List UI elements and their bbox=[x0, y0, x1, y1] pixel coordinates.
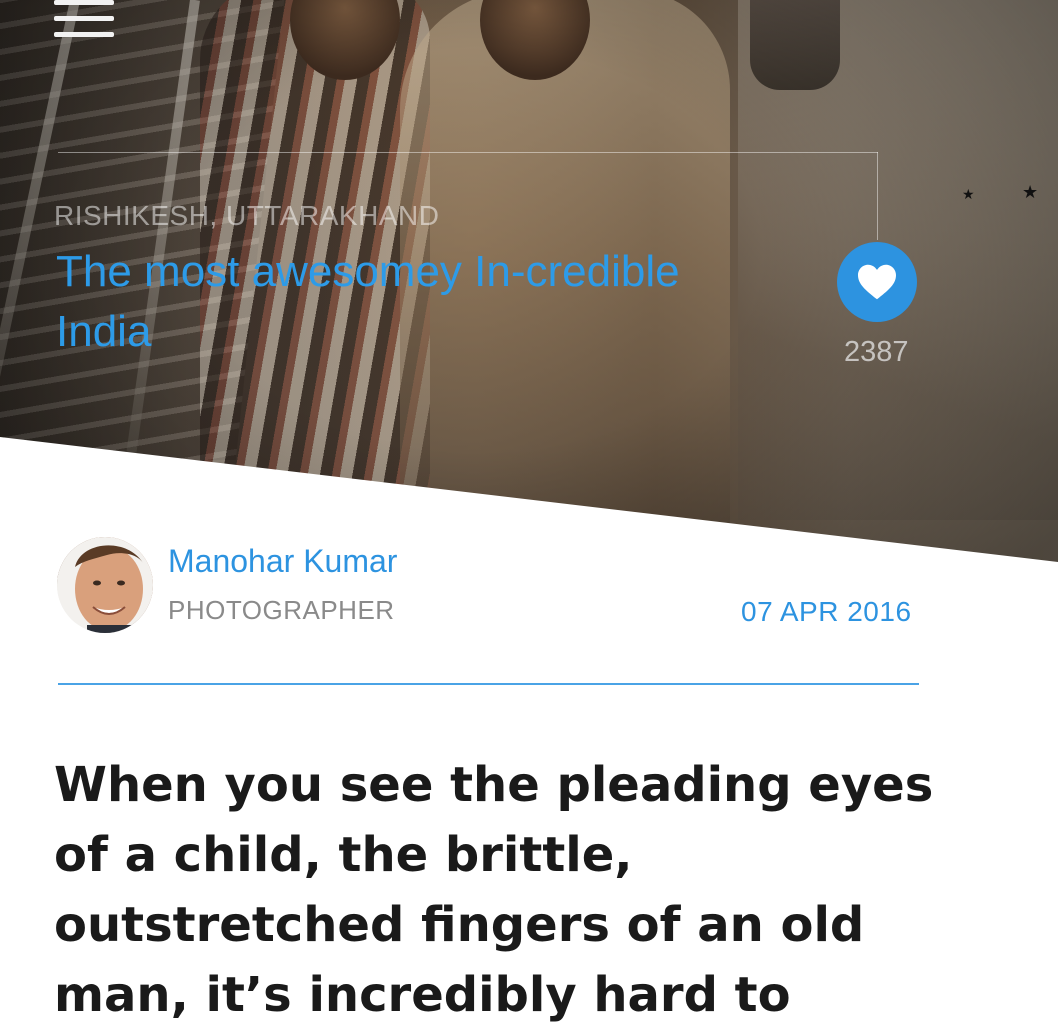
star-icon: ★ bbox=[962, 186, 975, 202]
location-label: RISHIKESH, UTTARAKHAND bbox=[54, 200, 440, 231]
frame-line bbox=[877, 152, 878, 240]
post-date: 07 APR 2016 bbox=[741, 596, 912, 627]
heart-icon bbox=[858, 264, 896, 300]
divider bbox=[58, 683, 919, 685]
avatar[interactable] bbox=[57, 537, 153, 633]
like-button[interactable] bbox=[837, 242, 917, 322]
frame-line bbox=[58, 152, 878, 153]
author-name[interactable]: Manohar Kumar bbox=[168, 543, 397, 580]
article-body: When you see the pleading eyes of a chil… bbox=[54, 757, 934, 1023]
like-count: 2387 bbox=[844, 336, 909, 368]
author-role: PHOTOGRAPHER bbox=[168, 595, 395, 625]
star-icon: ★ bbox=[1022, 182, 1039, 202]
menu-button[interactable] bbox=[54, 0, 116, 42]
article-title[interactable]: The most awesomey In-credible India bbox=[56, 242, 756, 362]
article-title-text: The most awesomey In-credible India bbox=[56, 247, 680, 356]
